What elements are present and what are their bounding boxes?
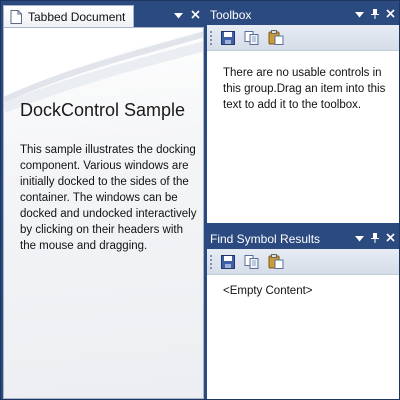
dock-container: Tabbed Document DockControl Sample This …	[0, 0, 400, 400]
toolbar-grip[interactable]	[209, 253, 213, 270]
tab-tabbed-document[interactable]: Tabbed Document	[3, 5, 134, 27]
find-symbol-results-header[interactable]: Find Symbol Results	[207, 229, 399, 249]
document-icon	[10, 9, 22, 24]
document-tabstrip: Tabbed Document	[3, 5, 204, 27]
toolbox-pane: Toolbox There are no usable controls in …	[207, 5, 399, 223]
pin-icon[interactable]	[371, 8, 379, 22]
tabbed-document-pane: Tabbed Document DockControl Sample This …	[3, 5, 204, 399]
find-symbol-results-pane: Find Symbol Results <Empty Content>	[207, 229, 399, 399]
toolbox-message: There are no usable controls in this gro…	[223, 67, 386, 111]
copy-icon[interactable]	[241, 28, 263, 48]
toolbox-toolbar	[207, 25, 399, 51]
close-icon[interactable]	[386, 9, 395, 21]
empty-content-label: <Empty Content>	[223, 285, 313, 297]
dropdown-icon[interactable]	[355, 9, 364, 21]
close-icon[interactable]	[386, 233, 395, 245]
save-icon[interactable]	[217, 28, 239, 48]
toolbar-grip[interactable]	[209, 29, 213, 46]
pane-title: Toolbox	[210, 8, 252, 22]
toolbox-content[interactable]: There are no usable controls in this gro…	[207, 51, 399, 223]
description-text: This sample illustrates the docking comp…	[20, 144, 197, 252]
close-icon[interactable]	[191, 10, 200, 22]
paste-icon[interactable]	[265, 252, 287, 272]
dropdown-icon[interactable]	[174, 10, 183, 22]
document-content: DockControl Sample This sample illustrat…	[3, 27, 204, 399]
find-symbol-results-content[interactable]: <Empty Content>	[207, 275, 399, 399]
dropdown-icon[interactable]	[355, 233, 364, 245]
copy-icon[interactable]	[241, 252, 263, 272]
toolbox-header[interactable]: Toolbox	[207, 5, 399, 25]
page-title: DockControl Sample	[20, 100, 186, 120]
pin-icon[interactable]	[371, 232, 379, 246]
tab-label: Tabbed Document	[28, 9, 126, 24]
paste-icon[interactable]	[265, 28, 287, 48]
find-symbol-toolbar	[207, 249, 399, 275]
save-icon[interactable]	[217, 252, 239, 272]
pane-title: Find Symbol Results	[210, 232, 321, 246]
